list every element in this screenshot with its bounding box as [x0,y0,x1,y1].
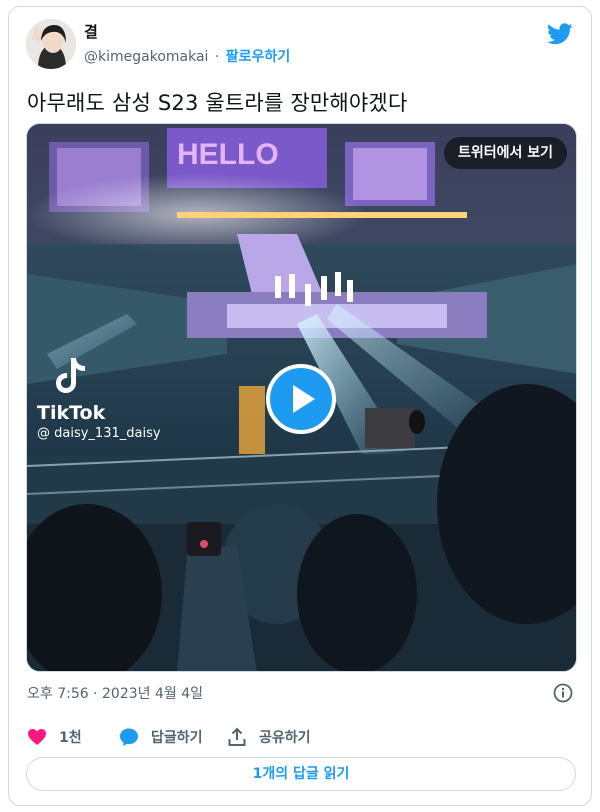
handle-row: @kimegakomakai · 팔로우하기 [84,46,290,66]
info-icon[interactable] [553,683,573,703]
tweet-text: 아무래도 삼성 S23 울트라를 장만해야겠다 [27,91,408,115]
like-count: 1천 [59,730,82,746]
tiktok-username: @ daisy_131_daisy [37,426,161,441]
video-media[interactable]: HELLO 트위터에서 보기 TikTok @ daisy_131_daisy [26,123,577,672]
share-icon [228,727,246,746]
tweet-timestamp[interactable]: 오후 7:56 · 2023년 4월 4일 [27,683,203,703]
stage-screen-text: HELLO [177,138,279,171]
read-replies-button[interactable]: 1개의 답글 읽기 [26,757,576,791]
play-icon [293,385,315,413]
view-on-twitter-button[interactable]: 트위터에서 보기 [443,137,567,169]
play-button[interactable] [266,364,336,434]
share-label: 공유하기 [259,730,311,746]
like-button[interactable]: 1천 [27,725,82,749]
tweet-actions: 1천 답글하기 공유하기 [27,725,567,749]
tweet-card: 결 @kimegakomakai · 팔로우하기 아무래도 삼성 S23 울트라… [8,6,592,806]
share-button[interactable]: 공유하기 [227,725,311,749]
handle[interactable]: @kimegakomakai [84,49,208,65]
heart-icon [28,729,46,745]
twitter-bird-icon[interactable] [547,23,573,45]
reply-bubble-icon [120,728,138,746]
display-name[interactable]: 결 [84,21,98,42]
reply-button[interactable]: 답글하기 [119,725,203,749]
reply-label: 답글하기 [151,730,203,746]
tiktok-brand: TikTok [37,402,106,424]
follow-link[interactable]: 팔로우하기 [226,49,290,65]
avatar[interactable] [26,19,76,69]
separator-dot: · [214,49,220,65]
tiktok-logo-icon [56,358,85,393]
